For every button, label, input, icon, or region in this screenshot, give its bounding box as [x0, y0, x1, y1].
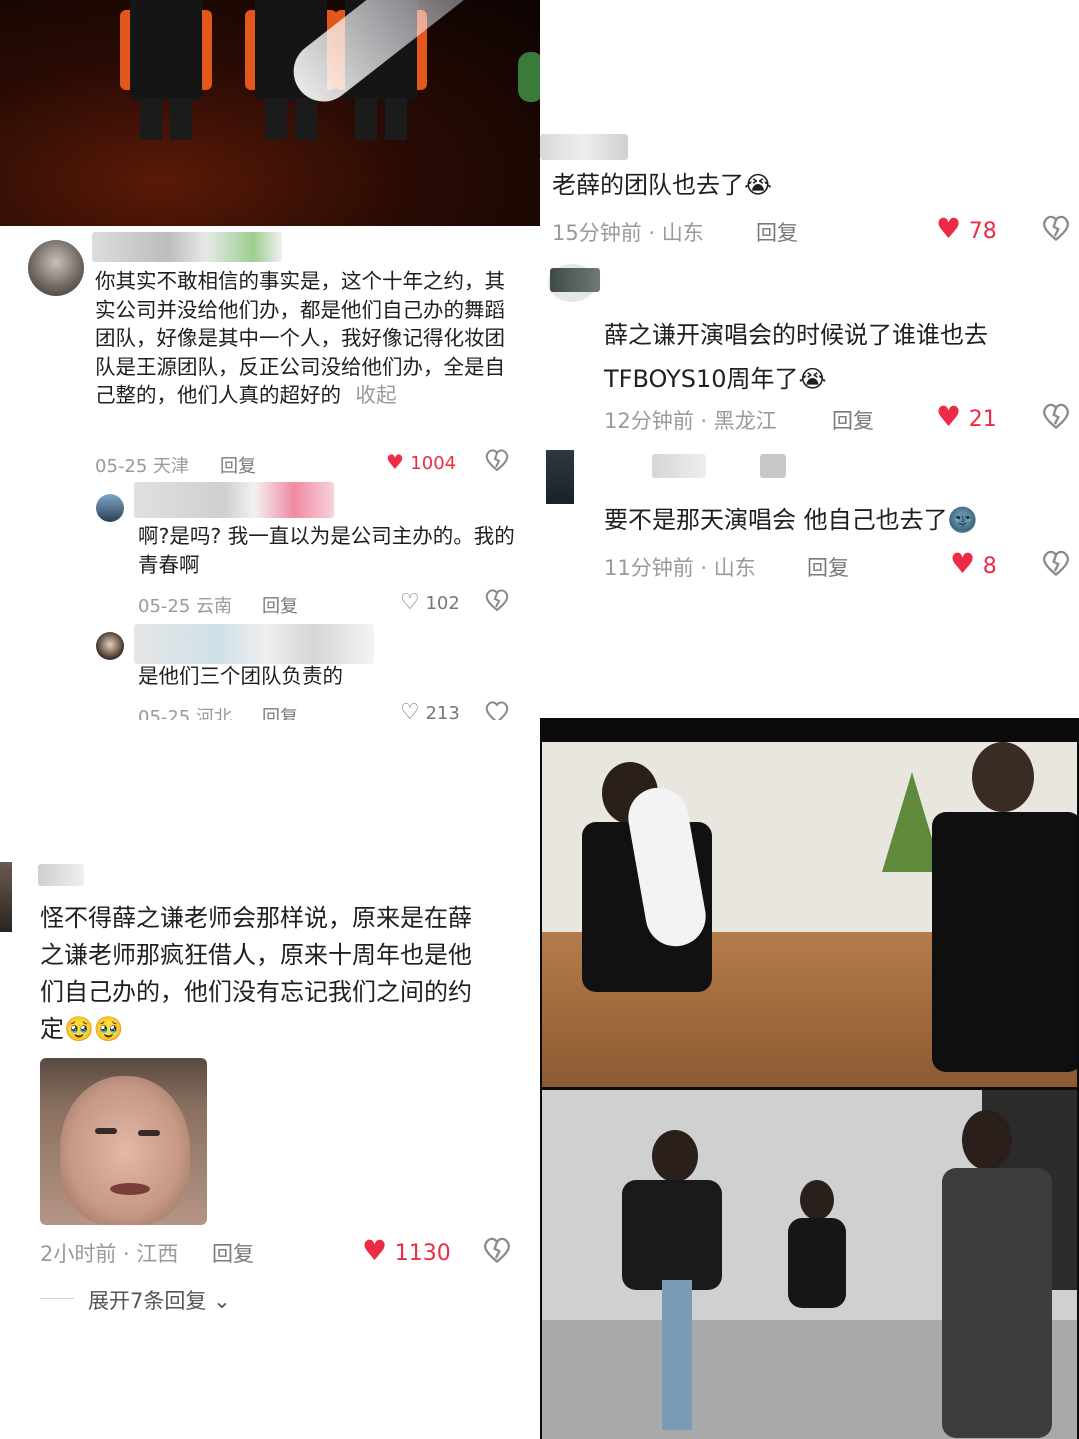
comment-text: 你其实不敢相信的事实是，这个十年之约，其实公司并没给他们办，都是他们自己办的舞蹈…: [95, 269, 505, 407]
broken-heart-icon: [485, 449, 509, 472]
teary-emoji: 🥹🥹: [64, 1015, 124, 1043]
broken-heart-icon: [1043, 215, 1069, 242]
expand-replies-button[interactable]: 展开7条回复 ⌄: [88, 1285, 231, 1315]
reply-time-location: 05-25 河北: [138, 707, 233, 720]
like-button[interactable]: ♥ 1130: [362, 1234, 451, 1267]
wechat-icon: [518, 52, 540, 102]
avatar[interactable]: [546, 450, 574, 504]
comment-time-location: 15分钟前 · 山东: [552, 221, 704, 245]
reply-button[interactable]: 回复: [807, 552, 849, 582]
broken-heart-icon: [1043, 403, 1069, 430]
comment-time-location: 11分钟前 · 山东: [604, 556, 756, 580]
like-count: 21: [968, 407, 997, 432]
broken-heart-icon: [485, 589, 509, 612]
like-button[interactable]: ♥ 8: [950, 547, 997, 580]
heart-icon: ♥: [936, 400, 962, 433]
reply-username-redacted[interactable]: [134, 624, 374, 664]
username-redacted[interactable]: [652, 454, 706, 478]
meme-image[interactable]: [40, 1058, 207, 1225]
dislike-button[interactable]: [482, 1236, 512, 1268]
like-count: 102: [425, 593, 460, 614]
dance-studio-frame: [542, 742, 1077, 1087]
comment-text: 怪不得薛之谦老师会那样说，原来是在薛 之谦老师那疯狂借人，原来十周年也是他 们自…: [40, 904, 472, 1043]
like-count: 1004: [410, 453, 457, 474]
comment-text: 要不是那天演唱会 他自己也去了🌚: [604, 506, 978, 534]
like-button[interactable]: ♡ 213: [400, 700, 460, 720]
crying-emoji: 😭: [744, 171, 773, 199]
username-redacted[interactable]: [38, 864, 84, 886]
dislike-button[interactable]: [484, 700, 510, 720]
collapse-link[interactable]: 收起: [356, 383, 397, 407]
broken-heart-icon: [1043, 550, 1069, 577]
reply-button[interactable]: 回复: [832, 405, 874, 435]
like-count: 1130: [394, 1241, 451, 1266]
avatar[interactable]: [28, 240, 84, 296]
reply-username-redacted[interactable]: [134, 482, 334, 518]
username-redacted[interactable]: [760, 454, 786, 478]
reply-avatar[interactable]: [96, 632, 124, 660]
reply-button[interactable]: 回复: [262, 592, 298, 618]
like-button[interactable]: ♥ 21: [936, 400, 997, 433]
dislike-button[interactable]: [484, 588, 510, 616]
heart-icon: ♥: [950, 547, 976, 580]
username-redacted[interactable]: [92, 232, 282, 262]
moon-face-emoji: 🌚: [947, 506, 978, 534]
reply-time-location: 05-25 云南: [138, 596, 233, 617]
dislike-button[interactable]: [484, 448, 510, 476]
comment-time-location: 12分钟前 · 黑龙江: [604, 409, 777, 433]
stage-photo: [0, 0, 540, 226]
expand-replies-divider: [40, 1298, 74, 1299]
heart-icon: ♥: [386, 450, 404, 474]
like-count: 8: [982, 554, 997, 579]
crying-emoji: 😭: [798, 365, 827, 393]
dislike-button[interactable]: [1041, 549, 1071, 581]
reply-button[interactable]: 回复: [220, 452, 256, 478]
reply-button[interactable]: 回复: [262, 703, 298, 720]
reply-button[interactable]: 回复: [756, 217, 798, 247]
dislike-button[interactable]: [1041, 402, 1071, 434]
dislike-button[interactable]: [1041, 214, 1071, 246]
comment-text: 薛之谦开演唱会的时候说了谁谁也去 TFBOYS10周年了😭: [604, 321, 988, 393]
reply-text: 啊?是吗? 我一直以为是公司主办的。我的青春啊: [138, 524, 515, 577]
dance-video[interactable]: [540, 718, 1079, 1439]
like-count: 213: [425, 703, 460, 720]
username-redacted[interactable]: [540, 134, 628, 160]
like-button[interactable]: ♥ 78: [936, 212, 997, 245]
heart-icon: ♥: [362, 1234, 388, 1267]
username-redacted[interactable]: [550, 268, 600, 292]
like-button[interactable]: ♥ 1004: [386, 450, 456, 474]
comment-time-location: 05-25 天津: [95, 456, 190, 477]
heart-outline-icon: ♡: [400, 590, 420, 615]
broken-heart-icon: [484, 1237, 510, 1264]
reply-button[interactable]: 回复: [212, 1238, 254, 1268]
reply-text: 是他们三个团队负责的: [138, 664, 343, 688]
broken-heart-icon: [485, 701, 509, 720]
comment-text: 老薛的团队也去了😭: [552, 171, 773, 199]
heart-outline-icon: ♡: [400, 700, 420, 720]
rehearsal-room-frame: [542, 1090, 1077, 1439]
performer-left: [120, 0, 212, 140]
avatar[interactable]: [0, 862, 12, 932]
reply-avatar[interactable]: [96, 494, 124, 522]
heart-icon: ♥: [936, 212, 962, 245]
like-count: 78: [968, 219, 997, 244]
chevron-down-icon: ⌄: [213, 1289, 231, 1313]
like-button[interactable]: ♡ 102: [400, 590, 460, 615]
comment-time-location: 2小时前 · 江西: [40, 1242, 179, 1266]
